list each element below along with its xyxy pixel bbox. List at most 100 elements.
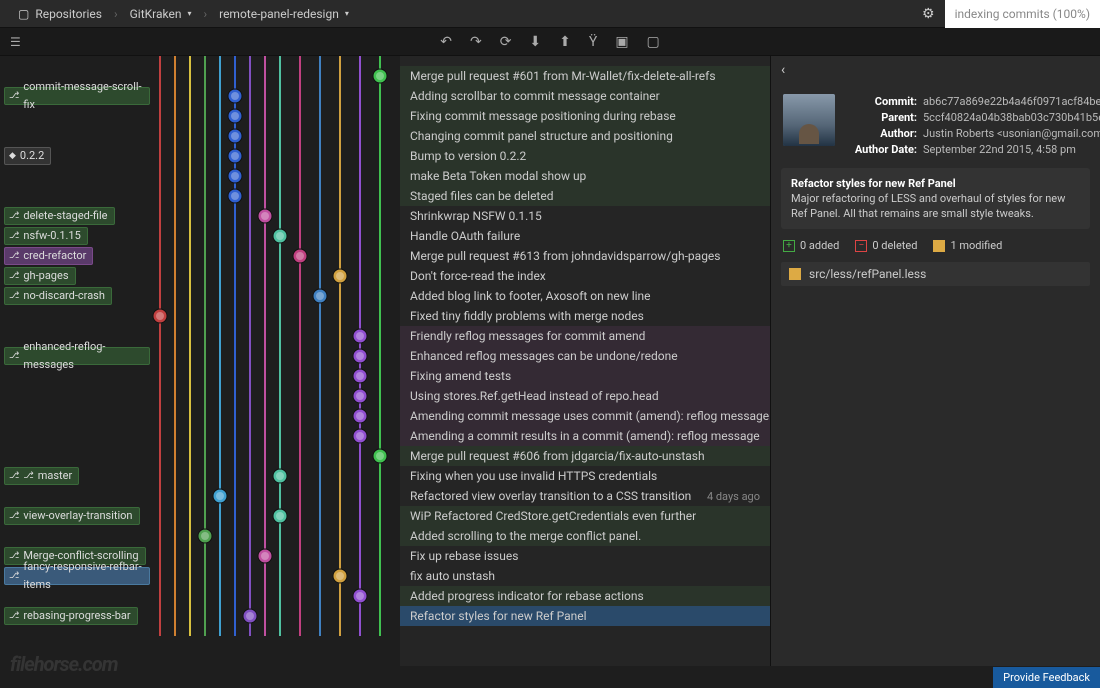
branch-label[interactable]: ⎇view-overlay-transition — [4, 507, 140, 525]
branch-label[interactable]: ⎇delete-staged-file — [4, 207, 115, 225]
branch-label[interactable]: ⎇rebasing-progress-bar — [4, 607, 138, 625]
commit-message: Don't force-read the index — [400, 269, 770, 283]
breadcrumb-root[interactable]: ▢ Repositories — [8, 7, 112, 21]
redo-icon[interactable]: ↷ — [470, 34, 482, 50]
commit-row[interactable]: Merge pull request #613 from johndavidsp… — [400, 246, 770, 266]
commit-row[interactable]: Friendly reflog messages for commit amen… — [400, 326, 770, 346]
settings-gear-icon[interactable]: ⚙ — [912, 6, 945, 22]
plus-icon: + — [783, 240, 795, 252]
author-date: September 22nd 2015, 4:58 pm — [923, 142, 1076, 158]
push-icon[interactable]: ⬆ — [559, 34, 571, 50]
commit-message: Fixing commit message positioning during… — [400, 109, 770, 123]
commit-row[interactable]: Merge pull request #606 from jdgarcia/fi… — [400, 446, 770, 466]
feedback-button[interactable]: Provide Feedback — [993, 667, 1100, 688]
stash-icon[interactable]: ▣ — [615, 34, 628, 50]
changed-file-item[interactable]: src/less/refPanel.less — [781, 262, 1090, 286]
branch-label[interactable]: ⎇nsfw-0.1.15 — [4, 227, 88, 245]
watermark: filehorse.com — [10, 652, 118, 676]
commit-message: Friendly reflog messages for commit amen… — [400, 329, 770, 343]
commit-message: WiP Refactored CredStore.getCredentials … — [400, 509, 770, 523]
commit-row[interactable]: Added progress indicator for rebase acti… — [400, 586, 770, 606]
github-icon: ⎇ — [9, 467, 19, 485]
breadcrumb-branch[interactable]: remote-panel-redesign ▾ — [209, 7, 359, 21]
refresh-icon[interactable]: ⟳ — [500, 34, 512, 50]
commit-message: fix auto unstash — [400, 569, 770, 583]
commit-message: Amending commit message uses commit (ame… — [400, 409, 770, 423]
branch-labels-column: ⎇commit-message-scroll-fix ◆0.2.2 ⎇delete-… — [0, 56, 150, 666]
commit-message: Fix up rebase issues — [400, 549, 770, 563]
undo-icon[interactable]: ↶ — [440, 34, 452, 50]
branch-label[interactable]: ⎇commit-message-scroll-fix — [4, 87, 150, 105]
commit-message: Added progress indicator for rebase acti… — [400, 589, 770, 603]
github-icon: ⎇ — [9, 347, 19, 365]
commit-row[interactable]: Amending a commit results in a commit (a… — [400, 426, 770, 446]
branch-label[interactable]: ⎇gh-pages — [4, 267, 76, 285]
branch-label[interactable]: ⎇cred-refactor — [4, 247, 93, 265]
branch-label[interactable]: ⎇⎇master — [4, 467, 79, 485]
stat-modified: 1 modified — [933, 239, 1002, 252]
dropdown-caret-icon: ▾ — [187, 9, 191, 18]
commit-title: Refactor styles for new Ref Panel — [791, 176, 1080, 191]
commit-row[interactable]: Added scrolling to the merge conflict pa… — [400, 526, 770, 546]
commit-row[interactable]: Handle OAuth failure — [400, 226, 770, 246]
commit-row[interactable]: Changing commit panel structure and posi… — [400, 126, 770, 146]
branch-label[interactable]: ⎇enhanced-reflog-messages — [4, 347, 150, 365]
indexing-status: indexing commits (100%) — [945, 0, 1100, 28]
file-path: src/less/refPanel.less — [809, 267, 926, 281]
branch-label[interactable]: ⎇fancy-responsive-refbar-items — [4, 567, 150, 585]
branch-label-text: fancy-responsive-refbar-items — [23, 558, 143, 594]
commit-row[interactable]: Fixing amend tests — [400, 366, 770, 386]
commit-row[interactable]: Bump to version 0.2.2 — [400, 146, 770, 166]
commit-row[interactable]: Merge pull request #601 from Mr-Wallet/f… — [400, 66, 770, 86]
commit-graph-column — [150, 56, 400, 666]
github-icon: ⎇ — [9, 247, 19, 265]
meta-label-author: Author: — [845, 126, 923, 142]
commit-row[interactable]: Don't force-read the index — [400, 266, 770, 286]
github-icon: ⎇ — [9, 507, 19, 525]
commit-row[interactable]: Fixing when you use invalid HTTPS creden… — [400, 466, 770, 486]
commit-message: Fixed tiny fiddly problems with merge no… — [400, 309, 770, 323]
commit-message: Bump to version 0.2.2 — [400, 149, 770, 163]
commit-row[interactable]: Staged files can be deleted — [400, 186, 770, 206]
commit-hash: ab6c77a869e22b4a46f0971acf84be9199c78 — [923, 94, 1100, 110]
commit-row[interactable]: WiP Refactored CredStore.getCredentials … — [400, 506, 770, 526]
meta-label-commit: Commit: — [845, 94, 923, 110]
github-icon: ⎇ — [9, 567, 19, 585]
commit-row[interactable]: Enhanced reflog messages can be undone/r… — [400, 346, 770, 366]
pull-icon[interactable]: ⬇ — [529, 34, 541, 50]
commit-row[interactable]: make Beta Token modal show up — [400, 166, 770, 186]
parent-hash: 5ccf40824a04b38bab03c730b41b5e237ba8 — [923, 110, 1100, 126]
pop-stash-icon[interactable]: ▢ — [647, 34, 660, 50]
github-icon: ⎇ — [9, 267, 19, 285]
branch-label[interactable]: ◆0.2.2 — [4, 147, 51, 165]
github-icon: ⎇ — [9, 207, 19, 225]
branch-icon[interactable]: Ÿ — [589, 34, 597, 50]
branch-label-text: nsfw-0.1.15 — [23, 227, 80, 245]
dropdown-caret-icon: ▾ — [345, 9, 349, 18]
commit-row[interactable]: Adding scrollbar to commit message conta… — [400, 86, 770, 106]
breadcrumb-root-label: Repositories — [35, 7, 102, 21]
commit-message: Staged files can be deleted — [400, 189, 770, 203]
commit-message: Amending a commit results in a commit (a… — [400, 429, 770, 443]
commit-row[interactable]: Fix up rebase issues — [400, 546, 770, 566]
commit-message: Fixing amend tests — [400, 369, 770, 383]
commit-message: Refactor styles for new Ref Panel — [400, 609, 770, 623]
tag-icon: ◆ — [9, 147, 16, 165]
commit-row[interactable]: Refactor styles for new Ref Panel — [400, 606, 770, 626]
commit-row[interactable]: Fixed tiny fiddly problems with merge no… — [400, 306, 770, 326]
commit-row[interactable]: Added blog link to footer, Axosoft on ne… — [400, 286, 770, 306]
commit-row[interactable]: Refactored view overlay transition to a … — [400, 486, 770, 506]
commit-row[interactable]: Amending commit message uses commit (ame… — [400, 406, 770, 426]
back-arrow-icon[interactable]: ‹ — [771, 56, 1100, 84]
branch-label[interactable]: ⎇no-discard-crash — [4, 287, 112, 305]
meta-label-parent: Parent: — [845, 110, 923, 126]
author-name: Justin Roberts <usonian@gmail.com> — [923, 126, 1100, 142]
commit-meta: Commit:ab6c77a869e22b4a46f0971acf84be919… — [771, 84, 1100, 168]
commit-graph — [150, 56, 400, 656]
commit-row[interactable]: Using stores.Ref.getHead instead of repo… — [400, 386, 770, 406]
commit-row[interactable]: Shrinkwrap NSFW 0.1.15 — [400, 206, 770, 226]
breadcrumb-project[interactable]: GitKraken ▾ — [120, 7, 202, 21]
commit-row[interactable]: Fixing commit message positioning during… — [400, 106, 770, 126]
toggle-sidebar-icon[interactable]: ☰ — [10, 35, 21, 49]
commit-row[interactable]: fix auto unstash — [400, 566, 770, 586]
